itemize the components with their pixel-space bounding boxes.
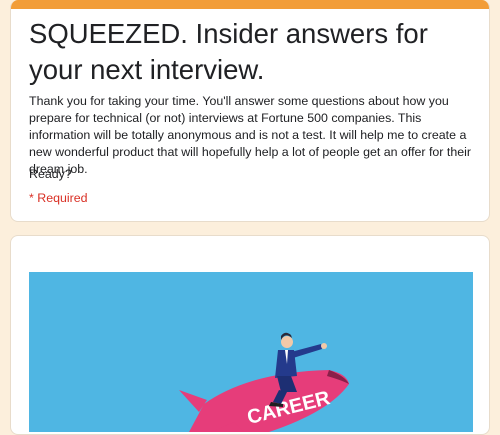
- accent-bar: [11, 0, 489, 9]
- career-rocket-illustration: CAREER: [29, 272, 473, 432]
- image-card: CAREER: [10, 235, 490, 435]
- banner-svg: CAREER: [29, 272, 473, 432]
- form-description: Thank you for taking your time. You'll a…: [29, 94, 471, 176]
- form-header-card: SQUEEZED. Insider answers for your next …: [10, 0, 490, 222]
- ready-text: Ready?: [29, 167, 72, 181]
- form-title: SQUEEZED. Insider answers for your next …: [29, 18, 428, 85]
- required-note: * Required: [29, 191, 88, 205]
